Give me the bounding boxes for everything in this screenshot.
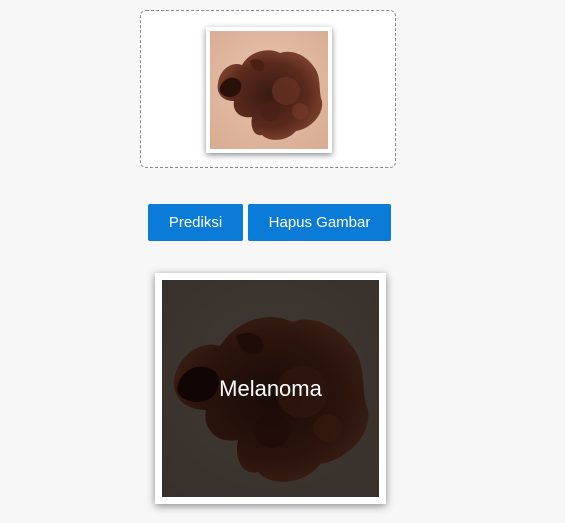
page: Prediksi Hapus Gambar Melanoma	[0, 0, 565, 523]
uploaded-image-preview	[206, 27, 332, 153]
predict-button[interactable]: Prediksi	[148, 204, 243, 241]
prediction-label: Melanoma	[219, 375, 322, 401]
clear-image-button[interactable]: Hapus Gambar	[248, 204, 391, 241]
image-upload-dropzone[interactable]	[140, 10, 396, 168]
skin-lesion-image	[210, 31, 328, 149]
prediction-result-card: Melanoma	[155, 273, 386, 504]
